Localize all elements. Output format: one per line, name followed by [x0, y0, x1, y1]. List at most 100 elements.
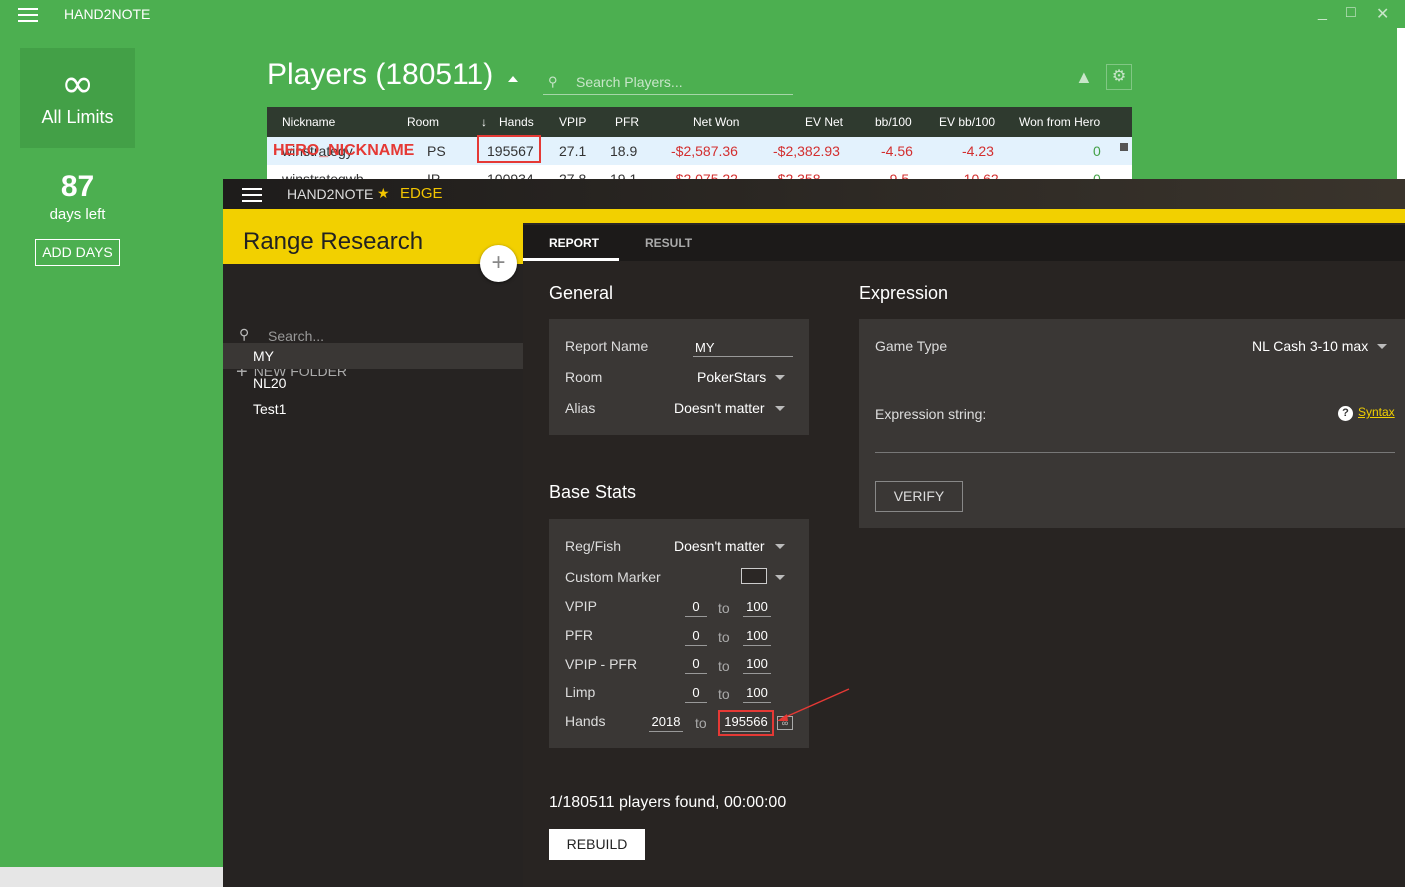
- edge-app-title: HAND2NOTE: [287, 186, 374, 202]
- vpip-pfr-label: VPIP - PFR: [565, 656, 638, 672]
- cell-room: PS: [427, 143, 446, 159]
- chevron-down-icon[interactable]: [775, 575, 785, 580]
- chevron-down-icon[interactable]: [775, 375, 785, 380]
- tab-result[interactable]: RESULT: [645, 236, 692, 250]
- to-label: to: [695, 715, 707, 731]
- limp-from-input[interactable]: 0: [685, 685, 707, 703]
- hands-to-input[interactable]: 195566: [722, 714, 770, 732]
- pfr-to-input[interactable]: 100: [743, 628, 771, 646]
- bg-menu-icon[interactable]: [18, 8, 38, 22]
- custom-marker-label: Custom Marker: [565, 569, 661, 585]
- active-tab-indicator: [523, 258, 619, 261]
- folder-item-nl20[interactable]: NL20: [223, 370, 523, 396]
- base-stats-title: Base Stats: [549, 482, 637, 502]
- verify-button[interactable]: VERIFY: [875, 481, 963, 512]
- game-type-select[interactable]: NL Cash 3-10 max: [1252, 338, 1368, 354]
- game-type-label: Game Type: [875, 338, 948, 354]
- general-title: General: [549, 283, 614, 303]
- sidebar-title: Range Research: [243, 228, 424, 255]
- to-label: to: [718, 629, 730, 645]
- vpip-to-input[interactable]: 100: [743, 599, 771, 617]
- vpip-from-input[interactable]: 0: [685, 599, 707, 617]
- col-won-from-hero[interactable]: Won from Hero: [1019, 115, 1100, 129]
- tab-bar: REPORT RESULT: [523, 225, 1405, 261]
- chevron-down-icon[interactable]: [775, 544, 785, 549]
- close-icon[interactable]: ✕: [1376, 4, 1389, 24]
- pfr-from-input[interactable]: 0: [685, 628, 707, 646]
- folder-item-test1[interactable]: Test1: [223, 396, 523, 422]
- cell-bb100: -4.56: [881, 143, 913, 159]
- cell-net-won: -$2,587.36: [671, 143, 738, 159]
- cell-hands: 100934: [487, 171, 534, 179]
- trophy-icon[interactable]: ▲: [1075, 67, 1093, 88]
- infinity-icon: ∞: [60, 61, 95, 107]
- rebuild-button[interactable]: REBUILD: [549, 829, 645, 860]
- search-players-input[interactable]: ⚲ Search Players...: [543, 70, 793, 95]
- col-nickname[interactable]: Nickname: [282, 115, 335, 129]
- table-scrollbar[interactable]: [1120, 143, 1128, 151]
- col-net-won[interactable]: Net Won: [693, 115, 739, 129]
- cell-won-from-hero: 0: [1093, 171, 1101, 179]
- col-pfr[interactable]: PFR: [615, 115, 639, 129]
- star-icon: ★: [377, 185, 390, 201]
- players-found-status: 1/180511 players found, 00:00:00: [549, 794, 787, 811]
- to-label: to: [718, 686, 730, 702]
- tab-report[interactable]: REPORT: [549, 236, 599, 250]
- folder-label: NL20: [253, 375, 287, 391]
- add-report-button[interactable]: +: [480, 245, 517, 282]
- col-room[interactable]: Room: [407, 115, 439, 129]
- vpip-pfr-from-input[interactable]: 0: [685, 656, 707, 674]
- syntax-link[interactable]: Syntax: [1358, 405, 1395, 419]
- chevron-down-icon[interactable]: [775, 406, 785, 411]
- limp-to-input[interactable]: 100: [743, 685, 771, 703]
- cell-ev-bb100: -10.62: [959, 171, 999, 179]
- cell-won-from-hero: 0: [1093, 143, 1101, 159]
- caret-up-icon[interactable]: [508, 76, 518, 82]
- cell-room: IP: [427, 171, 441, 179]
- expression-string-label: Expression string:: [875, 406, 987, 422]
- days-left-count: 87: [60, 170, 95, 203]
- room-label: Room: [565, 369, 603, 385]
- chevron-down-icon[interactable]: [1377, 344, 1387, 349]
- expression-input[interactable]: [875, 431, 1395, 453]
- cell-bb100: -9.5: [885, 171, 910, 179]
- hands-from-input[interactable]: 2018: [649, 714, 683, 732]
- col-ev-net[interactable]: EV Net: [805, 115, 843, 129]
- custom-marker-swatch[interactable]: [741, 568, 767, 584]
- cell-net-won: -$2,075.22: [671, 171, 738, 179]
- yellow-accent-bar: [223, 209, 1405, 223]
- minimize-icon[interactable]: _: [1318, 4, 1327, 22]
- edge-edition-label: EDGE: [400, 185, 443, 202]
- range-research-sidebar: Range Research ⚲ Search... + NEW FOLDER M…: [223, 223, 523, 887]
- report-name-input[interactable]: MY: [693, 337, 793, 357]
- sidebar-header: Range Research: [223, 223, 523, 264]
- search-icon: ⚲: [239, 326, 250, 342]
- folder-label: Test1: [253, 401, 287, 417]
- col-bb100[interactable]: bb/100: [875, 115, 912, 129]
- maximize-icon[interactable]: □: [1346, 4, 1356, 22]
- vpip-pfr-to-input[interactable]: 100: [743, 656, 771, 674]
- cell-pfr: 19.1: [610, 171, 638, 179]
- help-icon[interactable]: ?: [1338, 406, 1353, 421]
- search-placeholder: Search Players...: [576, 74, 683, 90]
- alias-select[interactable]: Doesn't matter: [674, 400, 765, 416]
- cell-vpip: 27.8: [559, 171, 587, 179]
- folder-item-my[interactable]: MY: [223, 343, 523, 369]
- table-row[interactable]: winstrategwb IP 100934 27.8 19.1 -$2,075…: [267, 165, 1132, 179]
- limits-card[interactable]: ∞ All Limits: [20, 48, 135, 148]
- cell-pfr: 18.9: [610, 143, 638, 159]
- table-header: Nickname Room ↓ Hands VPIP PFR Net Won E…: [267, 107, 1132, 137]
- col-hands[interactable]: Hands: [499, 115, 534, 129]
- gear-icon[interactable]: ⚙: [1106, 64, 1132, 90]
- add-days-button[interactable]: ADD DAYS: [35, 239, 120, 266]
- report-name-value: MY: [695, 340, 715, 355]
- edge-window: HAND2NOTE ★ EDGE Range Research ⚲ Search…: [223, 179, 1405, 887]
- bg-title-bar: HAND2NOTE _ □ ✕: [0, 0, 1405, 28]
- background-window-edge: [1397, 28, 1405, 179]
- hands-label: Hands: [565, 713, 606, 729]
- col-ev-bb100[interactable]: EV bb/100: [939, 115, 995, 129]
- edge-menu-icon[interactable]: [242, 188, 262, 202]
- room-select[interactable]: PokerStars: [697, 369, 766, 385]
- col-vpip[interactable]: VPIP: [559, 115, 586, 129]
- regfish-select[interactable]: Doesn't matter: [674, 538, 765, 554]
